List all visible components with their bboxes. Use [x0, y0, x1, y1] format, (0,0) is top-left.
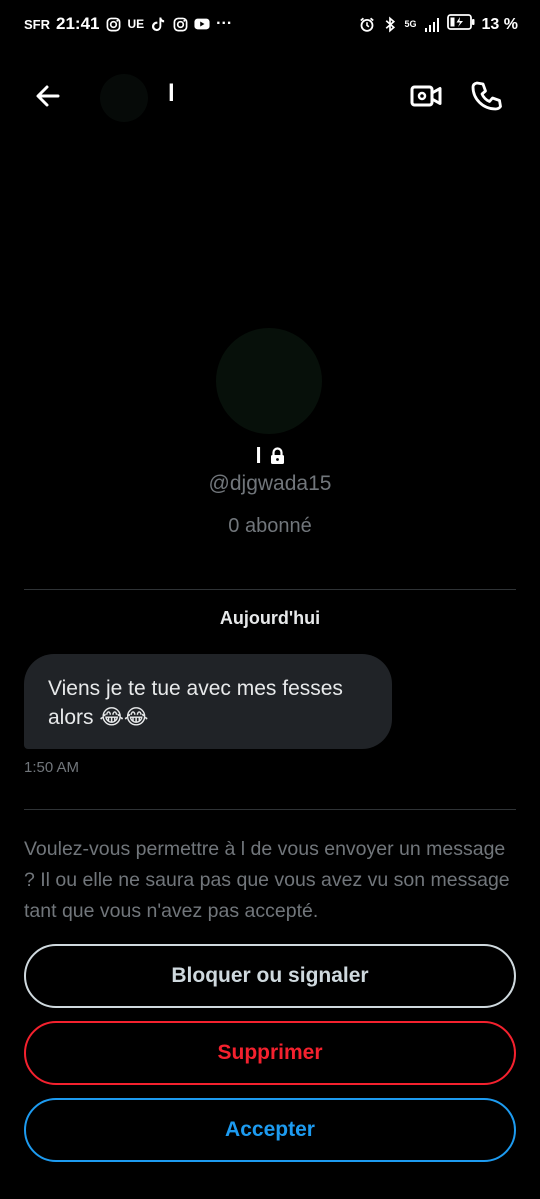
- alarm-icon: [359, 17, 375, 33]
- clock: 21:41: [56, 14, 100, 33]
- ue-label: UE: [127, 17, 145, 31]
- status-bar: SFR 21:41 UE ··· 5G 13 %: [0, 0, 540, 52]
- instagram-icon: [105, 16, 121, 32]
- tiktok-icon: [150, 16, 166, 32]
- bluetooth-icon: [382, 16, 398, 33]
- battery-percent: 13 %: [481, 15, 518, 33]
- more-notifications-icon: ···: [216, 15, 233, 32]
- arrow-left-icon: [36, 85, 60, 107]
- message-timestamp: 1:50 AM: [24, 759, 80, 776]
- message-request-prompt: Voulez-vous permettre à l de vous envoye…: [24, 838, 510, 922]
- carrier-label: SFR: [24, 16, 50, 32]
- accept-button[interactable]: Accepter: [24, 1098, 516, 1162]
- conversation-title[interactable]: l: [168, 80, 175, 108]
- avatar[interactable]: [100, 74, 148, 122]
- block-or-report-button[interactable]: Bloquer ou signaler: [24, 944, 516, 1008]
- back-button[interactable]: [32, 80, 64, 112]
- followers-count: 0 abonné: [228, 515, 312, 537]
- battery-icon: [446, 14, 475, 35]
- status-bar-left: SFR 21:41 UE ···: [24, 14, 232, 34]
- voice-call-button[interactable]: [468, 78, 504, 114]
- profile-avatar[interactable]: [216, 328, 322, 434]
- date-separator: Aujourd'hui: [219, 608, 321, 628]
- conversation-header: l: [0, 66, 540, 126]
- lock-icon: [270, 447, 284, 464]
- youtube-icon: [194, 16, 210, 32]
- profile-handle[interactable]: @djgwada15: [0, 472, 540, 496]
- profile-name-row: l: [0, 443, 540, 469]
- instagram-icon: [172, 16, 188, 32]
- video-camera-icon: [410, 85, 442, 107]
- message-bubble[interactable]: Viens je te tue avec mes fesses alors 😂😂: [24, 654, 392, 749]
- phone-icon: [471, 81, 502, 111]
- network-label: 5G: [404, 19, 417, 29]
- profile-name[interactable]: l: [255, 443, 261, 469]
- signal-icon: [424, 17, 440, 33]
- divider: [24, 589, 516, 590]
- delete-button[interactable]: Supprimer: [24, 1021, 516, 1085]
- status-bar-right: 5G 13 %: [359, 14, 518, 35]
- divider: [24, 809, 516, 810]
- video-call-button[interactable]: [408, 78, 444, 114]
